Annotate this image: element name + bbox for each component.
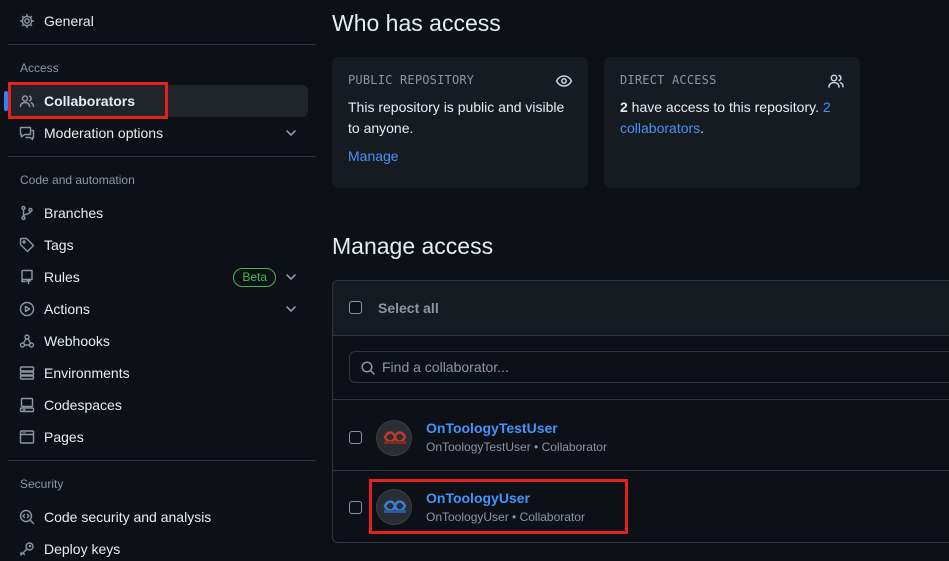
chevron-down-icon[interactable] [284,302,298,316]
browser-icon [19,429,35,445]
highlight-box-collaborators [8,82,168,119]
server-icon [19,365,35,381]
sidebar-item-branches[interactable]: Branches [8,197,308,229]
sidebar-item-pages[interactable]: Pages [8,421,308,453]
row-checkbox[interactable] [349,501,362,514]
sidebar-divider [8,460,316,461]
sidebar-item-label: Rules [44,269,80,285]
sidebar-item-label: General [44,13,94,29]
collaborator-search [349,351,949,383]
sidebar-item-label: Pages [44,429,84,445]
card-body: 2 have access to this repository. 2 coll… [620,97,844,139]
gear-icon [19,13,35,29]
period: . [700,120,705,136]
sidebar-item-label: Moderation options [44,125,164,141]
repo-push-icon [19,269,35,285]
avatar[interactable] [376,420,412,456]
select-all-label: Select all [378,300,439,316]
play-icon [19,301,35,317]
chevron-down-icon[interactable] [284,126,298,140]
manage-access-title: Manage access [332,233,494,259]
sidebar-item-actions[interactable]: Actions [8,293,308,325]
table-header: Select all [333,281,949,336]
sidebar-item-environments[interactable]: Environments [8,357,308,389]
collaborator-meta: OnToologyTestUser • Collaborator [426,440,607,454]
section-label-security: Security [20,477,64,491]
page-title: Who has access [332,10,501,36]
public-repository-card: PUBLIC REPOSITORY This repository is pub… [332,57,588,188]
highlight-box-ontoologyuser [369,479,628,534]
webhook-icon [19,333,35,349]
git-branch-icon [19,205,35,221]
card-title: DIRECT ACCESS [620,73,717,87]
sidebar-item-general[interactable]: General [8,5,308,37]
sidebar-item-label: Deploy keys [44,541,121,557]
sidebar-item-moderation-options[interactable]: Moderation options [8,117,308,149]
tag-icon [19,237,35,253]
card-body: This repository is public and visible to… [348,99,565,136]
sidebar-item-label: Webhooks [44,333,110,349]
direct-access-card: DIRECT ACCESS 2 have access to this repo… [604,57,860,188]
sidebar-item-rules[interactable]: Rules Beta [8,261,308,293]
table-row: OnToologyTestUser OnToologyTestUser • Co… [333,399,949,470]
chevron-down-icon[interactable] [284,270,298,284]
sidebar-item-label: Codespaces [44,397,122,413]
select-all-checkbox[interactable] [349,301,362,314]
sidebar-item-label: Code security and analysis [44,509,212,525]
sidebar-divider [8,44,316,45]
collaborator-name-link[interactable]: OnToologyTestUser [426,420,558,436]
codescan-icon [19,509,35,525]
section-label-access: Access [20,61,59,75]
sidebar-divider [8,156,316,157]
access-count: 2 [620,99,628,115]
codespaces-icon [19,397,35,413]
section-label-code-automation: Code and automation [20,173,135,187]
sidebar-item-label: Actions [44,301,90,317]
row-checkbox[interactable] [349,431,362,444]
sidebar-item-label: Tags [44,237,74,253]
sidebar-item-deploy-keys[interactable]: Deploy keys [8,533,308,561]
access-text: have access to this repository. [627,99,823,115]
search-input[interactable] [382,352,949,382]
people-icon [827,72,845,90]
sidebar-item-webhooks[interactable]: Webhooks [8,325,308,357]
sidebar-item-tags[interactable]: Tags [8,229,308,261]
eye-icon [555,72,573,90]
search-icon [360,360,376,376]
report-icon [19,125,35,141]
sidebar-item-code-security[interactable]: Code security and analysis [8,501,308,533]
key-icon [19,541,35,557]
sidebar-item-label: Branches [44,205,104,221]
manage-link[interactable]: Manage [348,148,572,164]
beta-badge: Beta [233,268,276,287]
card-title: PUBLIC REPOSITORY [348,73,475,87]
sidebar-item-label: Environments [44,365,130,381]
sidebar-item-codespaces[interactable]: Codespaces [8,389,308,421]
